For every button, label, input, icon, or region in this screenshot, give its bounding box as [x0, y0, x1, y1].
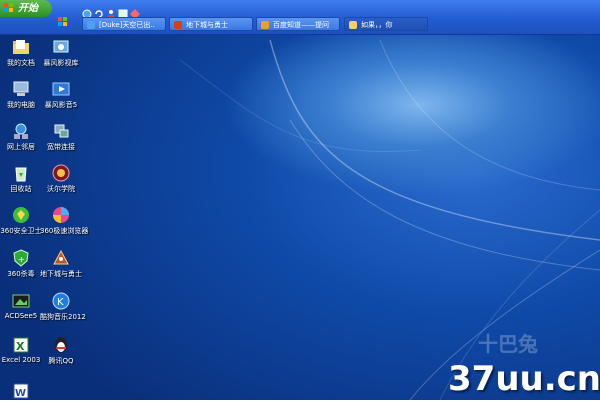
desktop-icon-label: Excel 2003 [1, 356, 41, 364]
desktop-icon-label: 我的文档 [7, 59, 35, 67]
task-label: [Duke]天空已出.. [99, 21, 155, 29]
desktop-icon-label: 沃尔学院 [47, 185, 75, 193]
watermark-text: 37uu.cn [448, 359, 600, 399]
network-icon [12, 122, 30, 140]
desktop-icon-label: 暴风影音5 [44, 101, 78, 109]
desktop-icon-kugou[interactable]: K 酷狗音乐2012 [40, 292, 86, 322]
desktop-icon-network[interactable]: 网上邻居 [0, 122, 42, 152]
game-icon [174, 21, 182, 29]
excel-icon: X [12, 336, 30, 354]
desktop-icon-label: 暴风影视库 [43, 59, 79, 67]
desktop-icon-my-documents[interactable]: 我的文档 [0, 38, 42, 68]
antivirus-icon: + [12, 249, 30, 267]
security-guard-icon [12, 206, 30, 224]
academy-icon [52, 164, 70, 182]
desktop-icon-360-browser[interactable]: 360极速浏览器 [40, 206, 89, 236]
windows-flag-icon [4, 3, 14, 13]
desktop-icon-label: 宽带连接 [47, 143, 75, 151]
svg-text:W: W [15, 388, 26, 399]
image-viewer-icon [12, 292, 30, 310]
watermark-faint: 十巴兔 [478, 332, 538, 356]
desktop-icon-media-player[interactable]: 暴风影音5 [40, 80, 82, 110]
folder-icon [349, 21, 357, 29]
desktop-icon-360-antivirus[interactable]: + 360杀毒 [0, 249, 42, 279]
svg-text:+: + [18, 255, 25, 264]
desktop-icon-dnf[interactable]: 地下城与勇士 [40, 249, 82, 279]
start-label: 开始 [18, 3, 38, 14]
task-label: 百度知道——提问 [273, 21, 329, 29]
desktop-icon-acdsee[interactable]: ACDSee5 [0, 292, 42, 320]
desktop-icon-video-library[interactable]: 暴风影视库 [40, 38, 82, 68]
browser-icon [52, 206, 70, 224]
folder-documents-icon [12, 38, 30, 56]
desktop-icon-qq[interactable]: 腾讯QQ [40, 336, 82, 366]
task-button-baidu[interactable]: 百度知道——提问 [256, 17, 340, 31]
desktop-icon-label: 酷狗音乐2012 [40, 313, 86, 321]
video-library-icon [52, 38, 70, 56]
app-icon[interactable] [130, 4, 140, 19]
qq-icon [52, 336, 70, 354]
desktop-icon-recycle-bin[interactable]: 回收站 [0, 164, 42, 194]
baidu-icon [261, 21, 269, 29]
user-icon[interactable] [106, 4, 116, 19]
task-label: 地下城与勇士 [186, 21, 228, 29]
my-computer-icon [12, 80, 30, 98]
word-icon: W [12, 382, 30, 400]
desktop-icon-label: 360安全卫士 [0, 227, 42, 235]
desktop-icon-academy[interactable]: 沃尔学院 [40, 164, 82, 194]
desktop-icon-excel[interactable]: X Excel 2003 [0, 336, 42, 364]
desktop-icon-label: 地下城与勇士 [40, 270, 82, 278]
ie-icon[interactable] [82, 4, 92, 19]
task-button-folder[interactable]: 如果，，你 [344, 17, 428, 31]
svg-text:K: K [57, 297, 64, 308]
desktop-icon-label: 360杀毒 [7, 270, 35, 278]
task-button-duke[interactable]: [Duke]天空已出.. [82, 17, 166, 31]
task-label: 如果，，你 [361, 21, 393, 29]
desktop-icon-label: 网上邻居 [7, 143, 35, 151]
broadband-icon [52, 122, 70, 140]
taskbar: 开始 [Duke]天空已出.. 地下城与勇士 百度知道——提问 如果，，你 [0, 0, 600, 35]
desktop-icon-label: 我的电脑 [7, 101, 35, 109]
desktop-icon-label: 腾讯QQ [48, 357, 74, 365]
desktop-icon-label: 360极速浏览器 [40, 227, 89, 235]
ie-icon [87, 21, 95, 29]
recycle-bin-icon [12, 164, 30, 182]
start-button[interactable]: 开始 [0, 0, 52, 17]
windows-logo-icon [58, 12, 68, 26]
media-player-icon [52, 80, 70, 98]
desktop-icon-360-guard[interactable]: 360安全卫士 [0, 206, 42, 236]
refresh-icon[interactable] [94, 4, 104, 18]
svg-text:X: X [16, 340, 25, 353]
task-button-dnf[interactable]: 地下城与勇士 [169, 17, 253, 31]
desktop-icon-label: 回收站 [10, 185, 32, 193]
desktop-icon-word[interactable]: W [0, 382, 42, 400]
desktop-icon-label: ACDSee5 [4, 312, 38, 320]
music-icon: K [52, 292, 70, 310]
desktop-icon-my-computer[interactable]: 我的电脑 [0, 80, 42, 110]
game-icon [52, 249, 70, 267]
media-icon[interactable] [118, 4, 128, 19]
desktop-icon-broadband[interactable]: 宽带连接 [40, 122, 82, 152]
